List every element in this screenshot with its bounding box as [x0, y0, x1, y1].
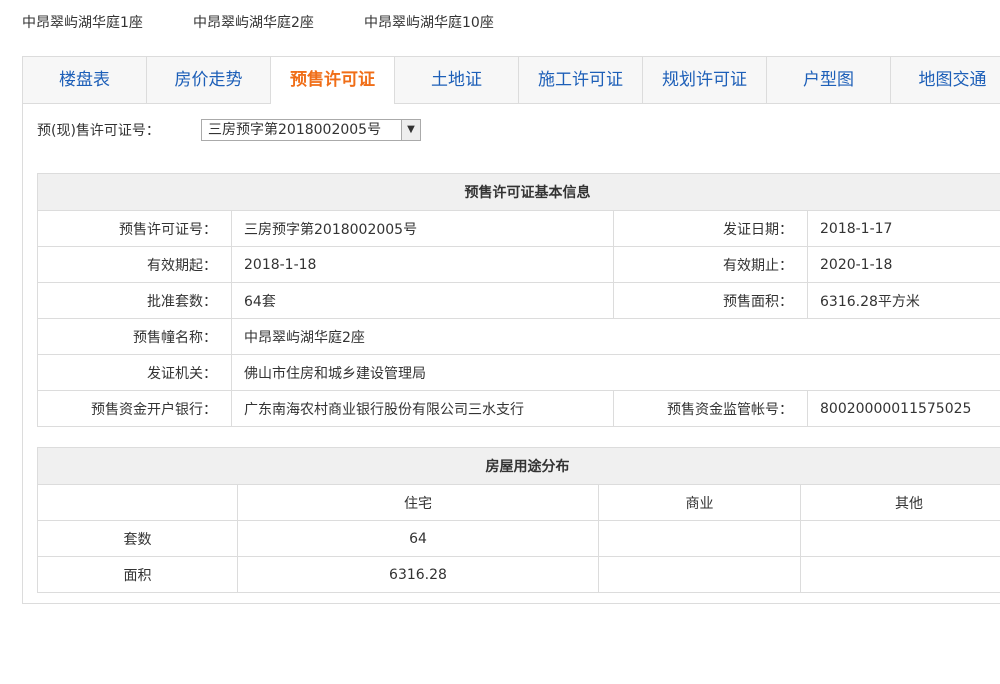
usage-distribution-table: 房屋用途分布 住宅 商业 其他 套数 64 面积 6316.28 [37, 447, 1000, 593]
commercial-count [598, 520, 801, 557]
table-header-row: 住宅 商业 其他 [37, 484, 1000, 521]
approved-units-label: 批准套数： [37, 282, 232, 319]
approved-units-value: 64套 [231, 282, 614, 319]
residential-count: 64 [237, 520, 599, 557]
commercial-area [598, 556, 801, 593]
table-row: 发证机关： 佛山市住房和城乡建设管理局 [37, 354, 1000, 391]
table-row: 预售幢名称： 中昂翠屿湖华庭2座 [37, 318, 1000, 355]
valid-from-value: 2018-1-18 [231, 246, 614, 283]
permit-selector-label: 预(现)售许可证号： [37, 123, 160, 139]
building-name-label: 预售幢名称： [37, 318, 232, 355]
building-link-10[interactable]: 中昂翠屿湖华庭10座 [364, 12, 494, 32]
permit-no-label: 预售许可证号： [37, 210, 232, 247]
authority-value: 佛山市住房和城乡建设管理局 [231, 354, 1000, 391]
table-row: 批准套数： 64套 预售面积： 6316.28平方米 [37, 282, 1000, 319]
tab-floor-plans[interactable]: 户型图 [767, 57, 891, 103]
building-link-1[interactable]: 中昂翠屿湖华庭1座 [22, 12, 143, 32]
permit-no-value: 三房预字第2018002005号 [231, 210, 614, 247]
valid-from-label: 有效期起： [37, 246, 232, 283]
presale-area-value: 6316.28平方米 [807, 282, 1000, 319]
table-row: 预售资金开户银行： 广东南海农村商业银行股份有限公司三水支行 预售资金监管帐号：… [37, 390, 1000, 427]
issue-date-value: 2018-1-17 [807, 210, 1000, 247]
tab-land-certificate[interactable]: 土地证 [395, 57, 519, 103]
account-label: 预售资金监管帐号： [613, 390, 808, 427]
issue-date-label: 发证日期： [613, 210, 808, 247]
account-value: 80020000011575025 [807, 390, 1000, 427]
presale-area-label: 预售面积： [613, 282, 808, 319]
tab-planning-permit[interactable]: 规划许可证 [643, 57, 767, 103]
other-count [800, 520, 1000, 557]
tab-price-trend[interactable]: 房价走势 [147, 57, 271, 103]
tab-bar: 楼盘表 房价走势 预售许可证 土地证 施工许可证 规划许可证 户型图 地图交通 [23, 57, 1000, 104]
residential-area: 6316.28 [237, 556, 599, 593]
column-header: 住宅 [237, 484, 599, 521]
building-links: 中昂翠屿湖华庭1座 中昂翠屿湖华庭2座 中昂翠屿湖华庭10座 [0, 0, 1000, 44]
authority-label: 发证机关： [37, 354, 232, 391]
building-link-2[interactable]: 中昂翠屿湖华庭2座 [193, 12, 314, 32]
valid-to-value: 2020-1-18 [807, 246, 1000, 283]
chevron-down-icon[interactable]: ▼ [401, 120, 420, 140]
permit-selector-row: 预(现)售许可证号： 三房预字第2018002005号 ▼ [37, 119, 421, 143]
basic-info-title: 预售许可证基本信息 [37, 173, 1000, 211]
valid-to-label: 有效期止： [613, 246, 808, 283]
column-header: 商业 [598, 484, 801, 521]
tab-presale-permit[interactable]: 预售许可证 [271, 57, 395, 104]
row-label: 面积 [37, 556, 238, 593]
building-name-value: 中昂翠屿湖华庭2座 [231, 318, 1000, 355]
bank-label: 预售资金开户银行： [37, 390, 232, 427]
permit-number-select[interactable]: 三房预字第2018002005号 ▼ [201, 119, 421, 141]
row-label: 套数 [37, 520, 238, 557]
other-area [800, 556, 1000, 593]
tab-map-traffic[interactable]: 地图交通 [891, 57, 1000, 103]
table-row: 预售许可证号： 三房预字第2018002005号 发证日期： 2018-1-17 [37, 210, 1000, 247]
info-panel: 楼盘表 房价走势 预售许可证 土地证 施工许可证 规划许可证 户型图 地图交通 … [22, 56, 1000, 604]
permit-select-value: 三房预字第2018002005号 [208, 122, 382, 138]
column-header [37, 484, 238, 521]
table-row: 面积 6316.28 [37, 556, 1000, 593]
bank-value: 广东南海农村商业银行股份有限公司三水支行 [231, 390, 614, 427]
table-row: 套数 64 [37, 520, 1000, 557]
tab-floor-plan-table[interactable]: 楼盘表 [23, 57, 147, 103]
tab-construction-permit[interactable]: 施工许可证 [519, 57, 643, 103]
usage-title: 房屋用途分布 [37, 447, 1000, 485]
column-header: 其他 [800, 484, 1000, 521]
basic-info-table: 预售许可证基本信息 预售许可证号： 三房预字第2018002005号 发证日期：… [37, 173, 1000, 427]
table-row: 有效期起： 2018-1-18 有效期止： 2020-1-18 [37, 246, 1000, 283]
